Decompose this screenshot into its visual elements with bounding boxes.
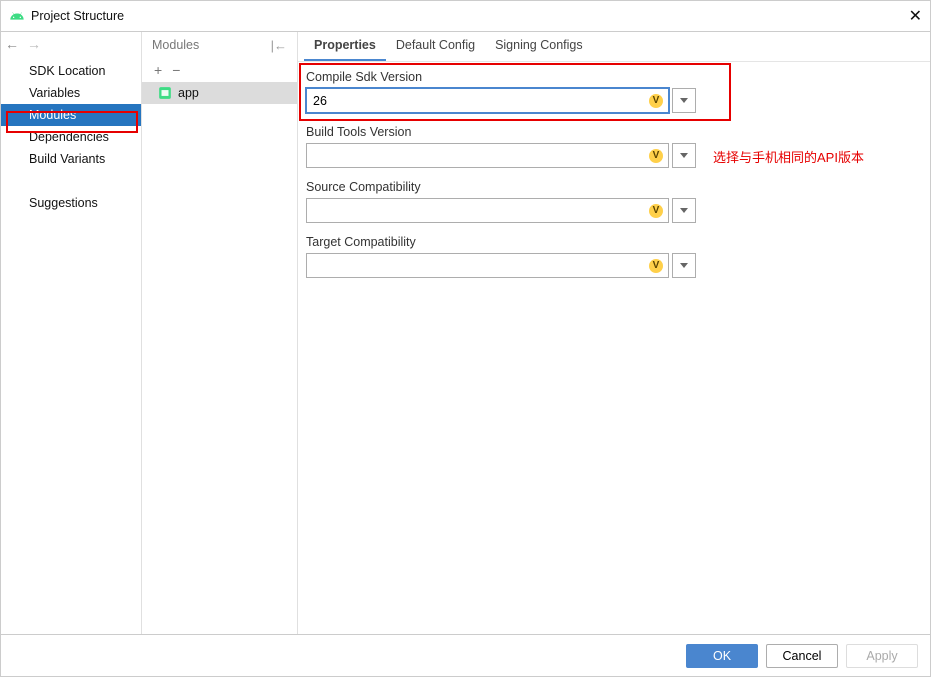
target-compat-input[interactable]: [306, 253, 669, 278]
add-module-icon[interactable]: +: [154, 62, 162, 78]
sidebar-item-build-variants[interactable]: Build Variants: [1, 148, 141, 170]
back-icon[interactable]: ←: [5, 36, 19, 52]
source-compat-label: Source Compatibility: [306, 180, 926, 194]
source-compat-input[interactable]: [306, 198, 669, 223]
chevron-down-icon: [680, 263, 688, 268]
forward-icon[interactable]: →: [27, 36, 41, 52]
modules-panel: Modules |← + − app: [142, 32, 298, 634]
compile-sdk-label: Compile Sdk Version: [306, 70, 926, 84]
modules-header-label: Modules: [152, 38, 271, 52]
variable-badge-icon[interactable]: V: [649, 259, 663, 273]
field-compile-sdk: Compile Sdk Version V: [306, 70, 926, 113]
sidebar-item-modules[interactable]: Modules: [1, 104, 141, 126]
cancel-button[interactable]: Cancel: [766, 644, 838, 668]
field-target-compat: Target Compatibility V: [306, 235, 926, 278]
close-icon[interactable]: ✕: [892, 6, 922, 26]
module-row-app[interactable]: app: [142, 82, 297, 104]
window-title: Project Structure: [31, 9, 892, 23]
compile-sdk-dropdown[interactable]: [672, 88, 696, 113]
tabs: Properties Default Config Signing Config…: [298, 32, 930, 62]
chevron-down-icon: [680, 208, 688, 213]
sidebar-item-suggestions[interactable]: Suggestions: [1, 192, 141, 214]
target-compat-label: Target Compatibility: [306, 235, 926, 249]
nav-sidebar: ← → SDK Location Variables Modules Depen…: [1, 32, 142, 634]
build-tools-dropdown[interactable]: [672, 143, 696, 168]
build-tools-input[interactable]: [306, 143, 669, 168]
titlebar: Project Structure ✕: [1, 1, 930, 31]
nav-history: ← →: [1, 32, 141, 56]
sidebar-item-dependencies[interactable]: Dependencies: [1, 126, 141, 148]
android-logo-icon: [9, 8, 25, 24]
tab-signing-configs[interactable]: Signing Configs: [485, 32, 593, 61]
variable-badge-icon[interactable]: V: [649, 204, 663, 218]
tab-default-config[interactable]: Default Config: [386, 32, 485, 61]
variable-badge-icon[interactable]: V: [649, 149, 663, 163]
compile-sdk-input[interactable]: [306, 88, 669, 113]
collapse-panel-icon[interactable]: |←: [271, 38, 287, 53]
main-panel: Properties Default Config Signing Config…: [298, 32, 930, 634]
dialog-footer: OK Cancel Apply: [1, 634, 930, 676]
variable-badge-icon[interactable]: V: [649, 94, 663, 108]
annotation-text: 选择与手机相同的API版本: [713, 147, 864, 166]
sidebar-item-sdk-location[interactable]: SDK Location: [1, 60, 141, 82]
chevron-down-icon: [680, 153, 688, 158]
apply-button: Apply: [846, 644, 918, 668]
tab-properties[interactable]: Properties: [304, 32, 386, 61]
build-tools-label: Build Tools Version: [306, 125, 926, 139]
field-source-compat: Source Compatibility V: [306, 180, 926, 223]
remove-module-icon[interactable]: −: [172, 62, 180, 78]
sidebar-item-variables[interactable]: Variables: [1, 82, 141, 104]
target-compat-dropdown[interactable]: [672, 253, 696, 278]
module-name: app: [178, 86, 199, 100]
source-compat-dropdown[interactable]: [672, 198, 696, 223]
chevron-down-icon: [680, 98, 688, 103]
android-module-icon: [158, 86, 172, 100]
ok-button[interactable]: OK: [686, 644, 758, 668]
